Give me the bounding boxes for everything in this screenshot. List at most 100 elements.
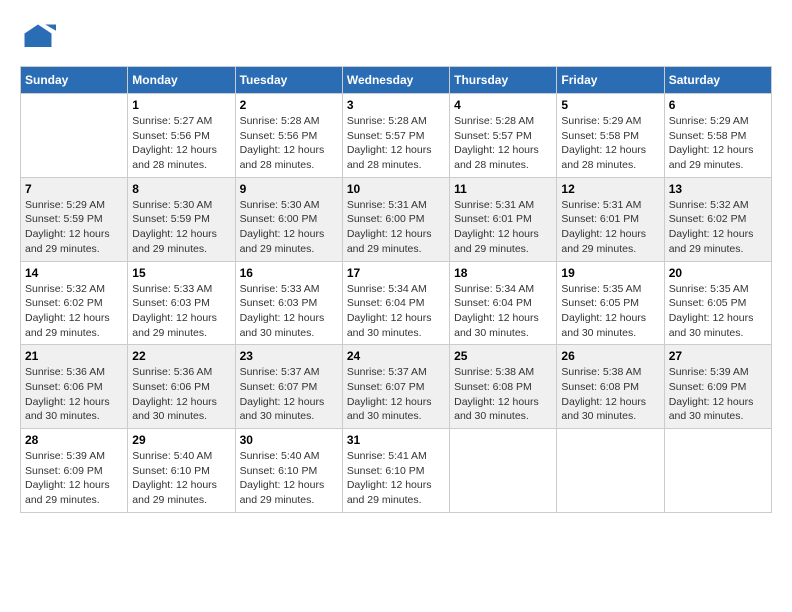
day-info: Sunrise: 5:32 AMSunset: 6:02 PMDaylight:… <box>25 282 123 341</box>
day-number: 6 <box>669 98 767 112</box>
calendar-cell: 13Sunrise: 5:32 AMSunset: 6:02 PMDayligh… <box>664 177 771 261</box>
calendar-week-row: 14 Sunrise: 5:32 AMSunset: 6:02 PMDayligh… <box>21 261 772 345</box>
calendar-day-header: Monday <box>128 67 235 94</box>
calendar-day-header: Friday <box>557 67 664 94</box>
calendar-cell: 28 Sunrise: 5:39 AMSunset: 6:09 PMDayligh… <box>21 429 128 513</box>
day-number: 5 <box>561 98 659 112</box>
day-number: 18 <box>454 266 552 280</box>
calendar-cell: 12 Sunrise: 5:31 AMSunset: 6:01 PMDayligh… <box>557 177 664 261</box>
day-info: Sunrise: 5:39 AMSunset: 6:09 PMDaylight:… <box>25 449 123 508</box>
logo <box>20 20 60 56</box>
day-info: Sunrise: 5:31 AMSunset: 6:01 PMDaylight:… <box>454 198 552 257</box>
day-number: 8 <box>132 182 230 196</box>
day-number: 24 <box>347 349 445 363</box>
calendar-week-row: 1 Sunrise: 5:27 AMSunset: 5:56 PMDaylight… <box>21 94 772 178</box>
day-number: 31 <box>347 433 445 447</box>
day-info: Sunrise: 5:28 AMSunset: 5:57 PMDaylight:… <box>347 114 445 173</box>
day-number: 2 <box>240 98 338 112</box>
day-info: Sunrise: 5:29 AMSunset: 5:58 PMDaylight:… <box>561 114 659 173</box>
day-number: 30 <box>240 433 338 447</box>
calendar-cell: 27Sunrise: 5:39 AMSunset: 6:09 PMDayligh… <box>664 345 771 429</box>
calendar-cell: 18 Sunrise: 5:34 AMSunset: 6:04 PMDayligh… <box>450 261 557 345</box>
calendar-table: SundayMondayTuesdayWednesdayThursdayFrid… <box>20 66 772 513</box>
day-info: Sunrise: 5:32 AMSunset: 6:02 PMDaylight:… <box>669 198 767 257</box>
day-info: Sunrise: 5:34 AMSunset: 6:04 PMDaylight:… <box>454 282 552 341</box>
calendar-cell: 25 Sunrise: 5:38 AMSunset: 6:08 PMDayligh… <box>450 345 557 429</box>
day-number: 9 <box>240 182 338 196</box>
day-info: Sunrise: 5:34 AMSunset: 6:04 PMDaylight:… <box>347 282 445 341</box>
day-number: 10 <box>347 182 445 196</box>
calendar-day-header: Sunday <box>21 67 128 94</box>
calendar-cell: 17 Sunrise: 5:34 AMSunset: 6:04 PMDayligh… <box>342 261 449 345</box>
day-number: 22 <box>132 349 230 363</box>
day-info: Sunrise: 5:37 AMSunset: 6:07 PMDaylight:… <box>240 365 338 424</box>
day-number: 28 <box>25 433 123 447</box>
calendar-cell: 3 Sunrise: 5:28 AMSunset: 5:57 PMDaylight… <box>342 94 449 178</box>
calendar-cell: 19 Sunrise: 5:35 AMSunset: 6:05 PMDayligh… <box>557 261 664 345</box>
day-info: Sunrise: 5:31 AMSunset: 6:01 PMDaylight:… <box>561 198 659 257</box>
calendar-cell: 16 Sunrise: 5:33 AMSunset: 6:03 PMDayligh… <box>235 261 342 345</box>
day-number: 20 <box>669 266 767 280</box>
calendar-cell: 4 Sunrise: 5:28 AMSunset: 5:57 PMDaylight… <box>450 94 557 178</box>
day-number: 19 <box>561 266 659 280</box>
calendar-day-header: Wednesday <box>342 67 449 94</box>
day-info: Sunrise: 5:30 AMSunset: 5:59 PMDaylight:… <box>132 198 230 257</box>
day-info: Sunrise: 5:31 AMSunset: 6:00 PMDaylight:… <box>347 198 445 257</box>
day-info: Sunrise: 5:29 AMSunset: 5:59 PMDaylight:… <box>25 198 123 257</box>
calendar-week-row: 7 Sunrise: 5:29 AMSunset: 5:59 PMDaylight… <box>21 177 772 261</box>
calendar-cell: 2 Sunrise: 5:28 AMSunset: 5:56 PMDaylight… <box>235 94 342 178</box>
day-number: 16 <box>240 266 338 280</box>
calendar-cell: 23 Sunrise: 5:37 AMSunset: 6:07 PMDayligh… <box>235 345 342 429</box>
day-number: 25 <box>454 349 552 363</box>
day-info: Sunrise: 5:33 AMSunset: 6:03 PMDaylight:… <box>240 282 338 341</box>
day-info: Sunrise: 5:29 AMSunset: 5:58 PMDaylight:… <box>669 114 767 173</box>
calendar-cell: 29 Sunrise: 5:40 AMSunset: 6:10 PMDayligh… <box>128 429 235 513</box>
day-number: 26 <box>561 349 659 363</box>
calendar-cell <box>557 429 664 513</box>
calendar-cell: 20 Sunrise: 5:35 AMSunset: 6:05 PMDayligh… <box>664 261 771 345</box>
calendar-cell <box>21 94 128 178</box>
calendar-cell: 24Sunrise: 5:37 AMSunset: 6:07 PMDayligh… <box>342 345 449 429</box>
day-number: 17 <box>347 266 445 280</box>
day-number: 29 <box>132 433 230 447</box>
calendar-cell: 7 Sunrise: 5:29 AMSunset: 5:59 PMDaylight… <box>21 177 128 261</box>
calendar-cell: 15 Sunrise: 5:33 AMSunset: 6:03 PMDayligh… <box>128 261 235 345</box>
calendar-cell: 30Sunrise: 5:40 AMSunset: 6:10 PMDayligh… <box>235 429 342 513</box>
day-info: Sunrise: 5:28 AMSunset: 5:57 PMDaylight:… <box>454 114 552 173</box>
calendar-cell: 5 Sunrise: 5:29 AMSunset: 5:58 PMDaylight… <box>557 94 664 178</box>
day-number: 12 <box>561 182 659 196</box>
calendar-cell: 1 Sunrise: 5:27 AMSunset: 5:56 PMDaylight… <box>128 94 235 178</box>
calendar-week-row: 28 Sunrise: 5:39 AMSunset: 6:09 PMDayligh… <box>21 429 772 513</box>
calendar-cell: 8 Sunrise: 5:30 AMSunset: 5:59 PMDaylight… <box>128 177 235 261</box>
calendar-week-row: 21 Sunrise: 5:36 AMSunset: 6:06 PMDayligh… <box>21 345 772 429</box>
day-info: Sunrise: 5:33 AMSunset: 6:03 PMDaylight:… <box>132 282 230 341</box>
day-number: 15 <box>132 266 230 280</box>
day-info: Sunrise: 5:27 AMSunset: 5:56 PMDaylight:… <box>132 114 230 173</box>
day-info: Sunrise: 5:35 AMSunset: 6:05 PMDaylight:… <box>561 282 659 341</box>
calendar-day-header: Thursday <box>450 67 557 94</box>
calendar-header-row: SundayMondayTuesdayWednesdayThursdayFrid… <box>21 67 772 94</box>
day-info: Sunrise: 5:38 AMSunset: 6:08 PMDaylight:… <box>454 365 552 424</box>
day-info: Sunrise: 5:36 AMSunset: 6:06 PMDaylight:… <box>132 365 230 424</box>
day-number: 11 <box>454 182 552 196</box>
day-number: 21 <box>25 349 123 363</box>
day-info: Sunrise: 5:36 AMSunset: 6:06 PMDaylight:… <box>25 365 123 424</box>
day-number: 7 <box>25 182 123 196</box>
day-info: Sunrise: 5:40 AMSunset: 6:10 PMDaylight:… <box>132 449 230 508</box>
calendar-day-header: Saturday <box>664 67 771 94</box>
day-info: Sunrise: 5:35 AMSunset: 6:05 PMDaylight:… <box>669 282 767 341</box>
day-number: 1 <box>132 98 230 112</box>
day-number: 14 <box>25 266 123 280</box>
day-number: 23 <box>240 349 338 363</box>
calendar-cell <box>664 429 771 513</box>
day-info: Sunrise: 5:28 AMSunset: 5:56 PMDaylight:… <box>240 114 338 173</box>
day-info: Sunrise: 5:30 AMSunset: 6:00 PMDaylight:… <box>240 198 338 257</box>
day-number: 4 <box>454 98 552 112</box>
day-number: 3 <box>347 98 445 112</box>
calendar-cell: 9 Sunrise: 5:30 AMSunset: 6:00 PMDaylight… <box>235 177 342 261</box>
calendar-cell: 10 Sunrise: 5:31 AMSunset: 6:00 PMDayligh… <box>342 177 449 261</box>
calendar-cell <box>450 429 557 513</box>
calendar-cell: 14 Sunrise: 5:32 AMSunset: 6:02 PMDayligh… <box>21 261 128 345</box>
day-number: 27 <box>669 349 767 363</box>
page-header <box>20 20 772 56</box>
